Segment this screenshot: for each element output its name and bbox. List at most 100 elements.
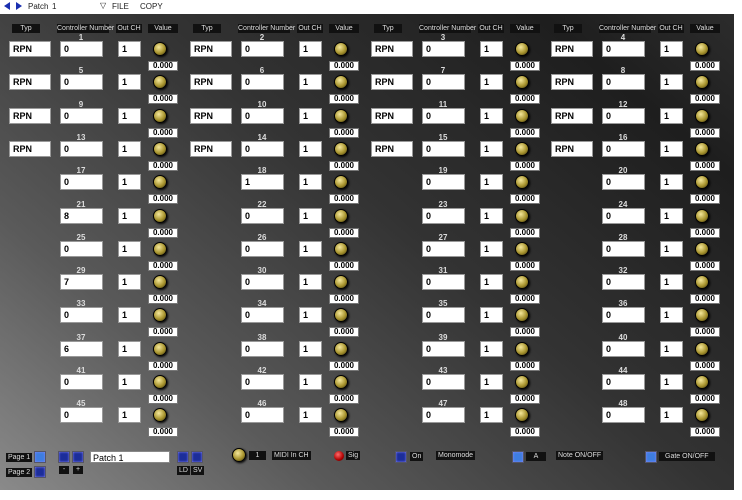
value-knob[interactable] (695, 208, 709, 223)
controller-number-input[interactable]: 0 (60, 74, 103, 91)
out-ch-input[interactable]: 1 (480, 307, 503, 324)
controller-number-input[interactable]: 0 (602, 374, 645, 390)
out-ch-input[interactable]: 1 (118, 240, 141, 257)
out-ch-input[interactable]: 1 (118, 107, 141, 124)
value-knob[interactable] (334, 108, 348, 123)
page2-button[interactable] (34, 466, 46, 478)
controller-number-input[interactable]: 0 (422, 41, 465, 57)
controller-number-input[interactable]: 0 (241, 240, 284, 257)
controller-number-input[interactable]: 0 (60, 307, 103, 324)
typ-field[interactable]: RPN (190, 74, 232, 91)
value-knob[interactable] (515, 308, 529, 323)
out-ch-input[interactable]: 1 (660, 207, 683, 224)
out-ch-input[interactable]: 1 (118, 174, 141, 191)
controller-number-input[interactable]: 0 (241, 74, 284, 91)
value-knob[interactable] (334, 141, 348, 156)
controller-number-input[interactable]: 0 (241, 274, 284, 291)
out-ch-input[interactable]: 1 (480, 140, 503, 157)
typ-field[interactable]: RPN (9, 41, 51, 57)
out-ch-input[interactable]: 1 (480, 407, 503, 424)
out-ch-input[interactable]: 1 (299, 274, 322, 291)
out-ch-input[interactable]: 1 (480, 207, 503, 224)
controller-number-input[interactable]: 0 (241, 140, 284, 157)
typ-field[interactable]: RPN (551, 107, 593, 124)
out-ch-input[interactable]: 1 (299, 407, 322, 424)
controller-number-input[interactable]: 0 (422, 240, 465, 257)
controller-number-input[interactable]: 7 (60, 274, 103, 291)
controller-number-input[interactable]: 0 (241, 41, 284, 57)
controller-number-input[interactable]: 0 (422, 374, 465, 390)
file-menu[interactable]: FILE (112, 2, 129, 11)
controller-number-input[interactable]: 0 (602, 340, 645, 357)
value-knob[interactable] (515, 175, 529, 190)
controller-number-input[interactable]: 0 (602, 74, 645, 91)
value-knob[interactable] (515, 375, 529, 389)
value-knob[interactable] (334, 42, 348, 56)
out-ch-input[interactable]: 1 (118, 140, 141, 157)
out-ch-input[interactable]: 1 (299, 74, 322, 91)
file-dropdown-icon[interactable]: ▽ (100, 1, 106, 10)
controller-number-input[interactable]: 0 (60, 41, 103, 57)
out-ch-input[interactable]: 1 (118, 274, 141, 291)
value-knob[interactable] (695, 375, 709, 389)
value-knob[interactable] (695, 275, 709, 290)
value-knob[interactable] (334, 275, 348, 290)
value-knob[interactable] (695, 42, 709, 56)
value-knob[interactable] (695, 308, 709, 323)
out-ch-input[interactable]: 1 (480, 374, 503, 390)
controller-number-input[interactable]: 0 (602, 140, 645, 157)
midi-in-ch-knob[interactable] (232, 448, 246, 462)
value-knob[interactable] (153, 141, 167, 156)
controller-number-input[interactable]: 0 (602, 407, 645, 424)
out-ch-input[interactable]: 1 (480, 74, 503, 91)
value-knob[interactable] (515, 75, 529, 90)
value-knob[interactable] (334, 175, 348, 190)
value-knob[interactable] (695, 141, 709, 156)
previous-patch-icon[interactable] (4, 2, 10, 10)
out-ch-input[interactable]: 1 (480, 340, 503, 357)
patch-decrement-button[interactable] (58, 451, 70, 463)
value-knob[interactable] (334, 208, 348, 223)
value-knob[interactable] (515, 42, 529, 56)
controller-number-input[interactable]: 0 (602, 107, 645, 124)
out-ch-input[interactable]: 1 (118, 374, 141, 390)
value-knob[interactable] (695, 341, 709, 356)
value-knob[interactable] (153, 341, 167, 356)
value-knob[interactable] (695, 108, 709, 123)
value-knob[interactable] (153, 175, 167, 190)
patch-name-input[interactable]: Patch 1 (90, 451, 170, 463)
out-ch-input[interactable]: 1 (660, 140, 683, 157)
out-ch-input[interactable]: 1 (118, 74, 141, 91)
value-knob[interactable] (515, 275, 529, 290)
value-knob[interactable] (334, 308, 348, 323)
typ-field[interactable]: RPN (551, 140, 593, 157)
out-ch-input[interactable]: 1 (660, 307, 683, 324)
value-knob[interactable] (153, 42, 167, 56)
out-ch-input[interactable]: 1 (480, 107, 503, 124)
controller-number-input[interactable]: 0 (60, 374, 103, 390)
controller-number-input[interactable]: 0 (422, 274, 465, 291)
load-button[interactable] (177, 451, 189, 463)
out-ch-input[interactable]: 1 (660, 174, 683, 191)
value-knob[interactable] (153, 241, 167, 256)
out-ch-input[interactable]: 1 (118, 207, 141, 224)
copy-menu[interactable]: COPY (140, 2, 163, 11)
patch-increment-button[interactable] (72, 451, 84, 463)
value-knob[interactable] (153, 408, 167, 423)
controller-number-input[interactable]: 0 (602, 174, 645, 191)
controller-number-input[interactable]: 0 (60, 240, 103, 257)
value-knob[interactable] (153, 75, 167, 90)
out-ch-input[interactable]: 1 (480, 174, 503, 191)
value-knob[interactable] (695, 175, 709, 190)
out-ch-input[interactable]: 1 (480, 274, 503, 291)
out-ch-input[interactable]: 1 (118, 307, 141, 324)
out-ch-input[interactable]: 1 (660, 74, 683, 91)
controller-number-input[interactable]: 0 (241, 374, 284, 390)
controller-number-input[interactable]: 0 (422, 174, 465, 191)
controller-number-input[interactable]: 0 (241, 407, 284, 424)
value-knob[interactable] (153, 208, 167, 223)
out-ch-input[interactable]: 1 (660, 41, 683, 57)
value-knob[interactable] (695, 241, 709, 256)
value-knob[interactable] (515, 141, 529, 156)
out-ch-input[interactable]: 1 (480, 41, 503, 57)
